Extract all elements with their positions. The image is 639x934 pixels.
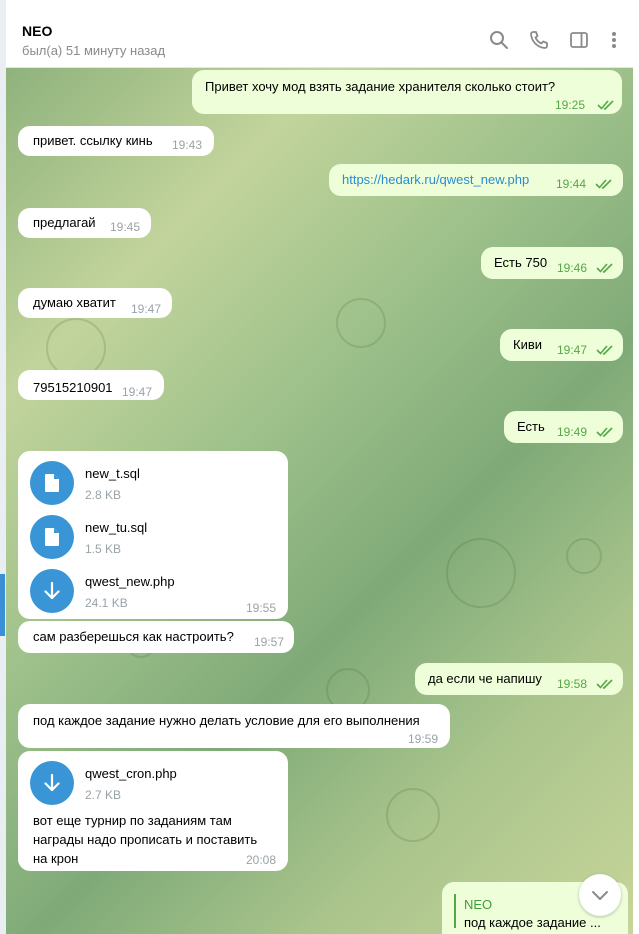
file-name: qwest_new.php (85, 574, 175, 589)
phone-icon[interactable] (527, 28, 551, 52)
outgoing-message[interactable]: Есть 750 19:46 (481, 247, 623, 279)
read-checkmarks-icon (596, 427, 613, 437)
file-size: 1.5 KB (85, 542, 122, 556)
left-panel-accent (0, 574, 5, 636)
message-text: Есть (517, 419, 545, 434)
incoming-message[interactable]: предлагай 19:45 (18, 208, 151, 238)
message-text: привет. ссылку кинь (33, 133, 153, 148)
message-time: 19:49 (557, 425, 588, 439)
message-text: да если че напишу (428, 671, 542, 686)
reply-quoted-text: под каждое задание ... (464, 915, 601, 930)
wallpaper-doodle (46, 318, 106, 378)
document-icon[interactable] (30, 461, 74, 505)
sidebar-toggle-icon[interactable] (567, 28, 591, 52)
message-text: думаю хватит (33, 295, 116, 310)
download-icon[interactable] (30, 761, 74, 805)
message-text: под каждое задание нужно делать условие … (33, 713, 420, 728)
file-name: new_t.sql (85, 466, 140, 481)
message-text: 79515210901 (33, 380, 113, 395)
message-time: 19:47 (131, 302, 162, 316)
incoming-message[interactable]: сам разберешься как настроить? 19:57 (18, 621, 294, 653)
incoming-file-message[interactable]: qwest_cron.php 2.7 KB вот еще турнир по … (18, 751, 288, 871)
message-time: 19:45 (110, 220, 141, 234)
message-link[interactable]: https://hedark.ru/qwest_new.php (342, 171, 529, 188)
file-name: new_tu.sql (85, 520, 148, 535)
wallpaper-doodle (386, 788, 440, 842)
message-time: 19:46 (557, 261, 588, 275)
message-text: Киви (513, 337, 543, 352)
wallpaper-doodle (336, 298, 386, 348)
contact-name[interactable]: NEO (22, 23, 52, 39)
incoming-message[interactable]: под каждое задание нужно делать условие … (18, 704, 450, 748)
message-time: 19:47 (122, 385, 153, 399)
caption-line: вот еще турнир по заданиям там (33, 813, 232, 828)
search-icon[interactable] (487, 28, 511, 52)
chat-area[interactable]: Привет хочу мод взять задание хранителя … (6, 68, 633, 934)
message-time: 19:59 (408, 732, 439, 746)
scroll-to-bottom-button[interactable] (579, 874, 621, 916)
contact-status: был(а) 51 минуту назад (22, 43, 166, 58)
file-name: qwest_cron.php (85, 766, 177, 781)
reply-quote-bar (454, 894, 456, 928)
read-checkmarks-icon (596, 679, 613, 689)
outgoing-message[interactable]: да если че напишу 19:58 (415, 663, 623, 695)
download-icon[interactable] (30, 569, 74, 613)
message-time: 19:25 (555, 98, 586, 112)
file-size: 24.1 KB (85, 596, 128, 610)
caption-line: награды надо прописать и поставить (33, 832, 258, 847)
more-vertical-icon[interactable] (602, 28, 626, 52)
read-checkmarks-icon (597, 100, 614, 110)
file-size: 2.7 KB (85, 788, 122, 802)
message-text: сам разберешься как настроить? (33, 629, 234, 644)
incoming-message[interactable]: привет. ссылку кинь 19:43 (18, 126, 214, 156)
outgoing-message[interactable]: Привет хочу мод взять задание хранителя … (192, 70, 622, 114)
chevron-down-icon (592, 891, 608, 900)
message-time: 19:57 (254, 635, 285, 649)
message-time: 19:47 (557, 343, 588, 357)
outgoing-message[interactable]: https://hedark.ru/qwest_new.php 19:44 (329, 164, 623, 196)
incoming-message[interactable]: 79515210901 19:47 (18, 370, 164, 400)
incoming-message[interactable]: думаю хватит 19:47 (18, 288, 172, 318)
read-checkmarks-icon (595, 179, 612, 189)
outgoing-message[interactable]: Киви 19:47 (500, 329, 623, 361)
caption-line: на крон (33, 851, 79, 866)
outgoing-message[interactable]: Есть 19:49 (504, 411, 623, 443)
message-text: Есть 750 (494, 255, 548, 270)
incoming-file-message[interactable]: new_t.sql 2.8 KB new_tu.sql 1.5 KB qwest… (18, 451, 288, 619)
wallpaper-doodle (566, 538, 602, 574)
read-checkmarks-icon (596, 345, 613, 355)
message-caption: вот еще турнир по заданиям там награды н… (33, 811, 257, 868)
message-time: 19:58 (557, 677, 588, 691)
wallpaper-doodle (446, 538, 516, 608)
message-time: 19:55 (246, 601, 277, 615)
file-size: 2.8 KB (85, 488, 122, 502)
chat-header: NEO был(а) 51 минуту назад (6, 12, 633, 68)
message-text: предлагай (33, 215, 96, 230)
message-time: 19:43 (172, 138, 203, 152)
message-time: 19:44 (556, 177, 587, 191)
read-checkmarks-icon (596, 263, 613, 273)
message-text: Привет хочу мод взять задание хранителя … (205, 79, 556, 94)
document-icon[interactable] (30, 515, 74, 559)
message-time: 20:08 (246, 853, 277, 867)
reply-author: NEO (464, 897, 493, 912)
